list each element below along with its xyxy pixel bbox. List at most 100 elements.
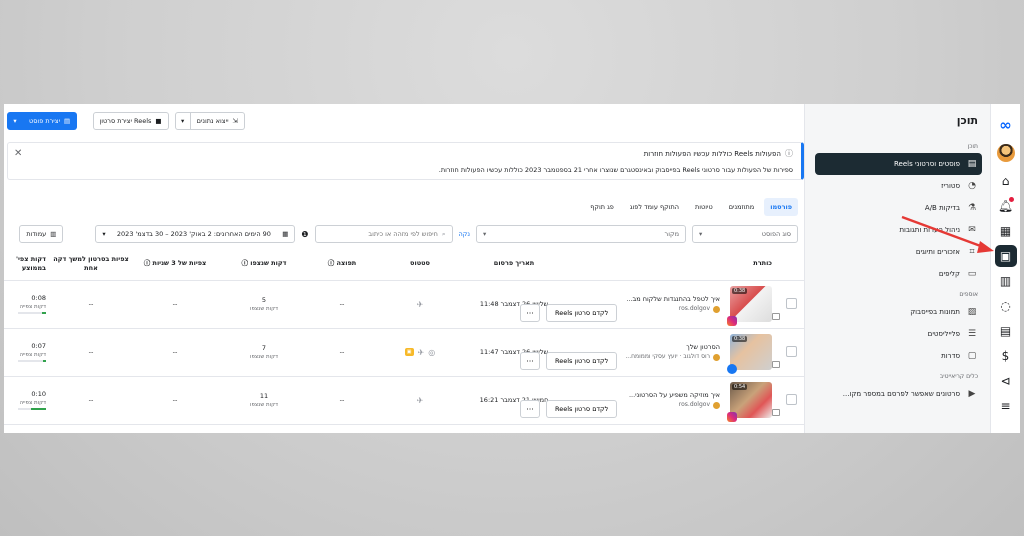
header-views-1m[interactable]: צפיות בסרטון למשך דקה אחת (50, 248, 132, 281)
chevron-down-icon: ▾ (699, 230, 703, 238)
sidebar-item-comments[interactable]: ✉ ניהול הערות ותגובות (815, 219, 982, 241)
boost-reel-button[interactable]: לקדם סרטון Reels (546, 352, 618, 370)
post-title[interactable]: איך לטפל בהתנגדות שלקוח מב... (626, 294, 720, 304)
content-icon[interactable]: ▣ (994, 245, 1017, 267)
sidebar-item-posts-reels[interactable]: ▤ פוסטים וסרטוני Reels (815, 153, 982, 175)
sidebar-item-mentions[interactable]: ⌗ אזכורים ותיוגים (815, 241, 982, 263)
row-checkbox[interactable] (785, 393, 797, 405)
post-thumbnail[interactable]: 0:38 (727, 286, 780, 326)
tab-expiring[interactable]: התוקף עומד לפוג (624, 198, 685, 216)
export-dropdown-button[interactable]: ▾ (174, 112, 191, 130)
facebook-icon (727, 364, 737, 374)
info-icon: ⓘ (241, 259, 249, 268)
post-title[interactable]: איך מוזיקה משפיע על הסרטוני... (629, 390, 720, 400)
boost-reel-button[interactable]: לקדם סרטון Reels (546, 304, 618, 322)
tab-expired[interactable]: פג תוקף (584, 198, 620, 216)
post-thumbnail[interactable]: 0:54 (727, 382, 780, 422)
sidebar-item-playlists[interactable]: ☰ פלייליסטים (815, 323, 982, 345)
sidebar-item-clips[interactable]: ▭ קליפים (815, 263, 982, 285)
date-range-picker[interactable]: ▦ 90 הימים האחרונים: 2 באוק' 2023 – 30 בד… (95, 225, 296, 243)
menu-icon[interactable]: ≡ (995, 395, 1017, 417)
post-thumbnail[interactable]: 0:38 (727, 334, 780, 374)
create-reel-button[interactable]: יצירת סרטון Reels ■ (92, 112, 169, 130)
sidebar-item-ab-tests[interactable]: ⚗ בדיקות A/B (815, 197, 982, 219)
video-grid-icon: ▤ (967, 159, 977, 169)
export-button[interactable]: ייצוא נתונים ⇲ (190, 112, 245, 130)
source-select[interactable]: מקור ▾ (476, 225, 686, 243)
preview-icon (772, 361, 780, 368)
tab-drafts[interactable]: טיוטות (689, 198, 719, 216)
create-post-dropdown-button[interactable]: ▾ (7, 112, 23, 130)
sidebar-section-assets: אוספים (959, 291, 978, 298)
more-options-button[interactable]: ··· (520, 352, 540, 370)
sidebar-item-photos[interactable]: ▨ תמונות בפייסבוק (815, 301, 982, 323)
megaphone-icon[interactable]: ⊲ (995, 370, 1017, 392)
post-tabs: פורסמו מתוזמנים טיוטות התוקף עומד לפוג פ… (4, 180, 804, 222)
table-row[interactable]: 0:38 איך לטפל בהתנגדות שלקוח מב... ros.do… (4, 280, 804, 329)
avatar[interactable] (996, 144, 1015, 162)
sidebar-item-series[interactable]: ▢ סדרות (815, 345, 982, 367)
icon-rail: ∞ ⌂ 🔔︎ ▦ ▣ ▥ ◌ ▤ $ ⊲ ≡ (990, 104, 1020, 433)
insights-icon[interactable]: ▥ (995, 270, 1017, 292)
meta-logo-icon[interactable]: ∞ (995, 114, 1017, 136)
columns-icon: ▥ (50, 230, 57, 238)
chat-icon[interactable]: ◌ (995, 295, 1017, 317)
header-reach[interactable]: תפוצה ⓘ (310, 248, 374, 281)
table-row[interactable]: 0:38 הסרטון שלך רוס דולגוב · יועץ עסקי ומ… (4, 328, 804, 377)
views1m-value: -- (50, 328, 132, 377)
header-views-3s[interactable]: צפיות של 3 שניות ⓘ (132, 248, 218, 281)
reach-value: -- (310, 328, 374, 377)
more-options-button[interactable]: ··· (520, 400, 540, 418)
instagram-icon (727, 412, 737, 422)
close-icon[interactable]: ✕ (14, 148, 22, 159)
columns-button[interactable]: ▥ עמודות (19, 225, 64, 243)
search-field[interactable]: ⌕ (314, 225, 453, 243)
row-actions-1: לקדם סרטון Reels ··· (520, 304, 618, 322)
info-icon[interactable]: ❶ (301, 230, 308, 239)
more-options-button[interactable]: ··· (520, 304, 540, 322)
table-icon[interactable]: ▦ (995, 220, 1017, 242)
post-account: רוס דולגוב · יועץ עסקי וממומח... (625, 353, 710, 361)
screenshot-frame: ∞ ⌂ 🔔︎ ▦ ▣ ▥ ◌ ▤ $ ⊲ ≡ תוכן תוכן ▤ פוסטים… (4, 104, 1020, 433)
header-date[interactable]: תאריך פרסום (466, 248, 562, 281)
filter-bar: סוג הפוסט▾ מקור▾ נקה ⌕ ❶ ▦90 הימים האחרו… (4, 222, 804, 246)
row-checkbox[interactable] (785, 297, 797, 309)
calendar-icon: ▦ (282, 230, 289, 238)
clear-filters-link[interactable]: נקה (459, 230, 470, 238)
id-card-icon[interactable]: ▤ (995, 320, 1017, 342)
post-title[interactable]: הסרטון שלך (625, 342, 720, 352)
sidebar-item-stories[interactable]: ◔ סטוריז (815, 175, 982, 197)
header-minutes[interactable]: דקות שנצפו ⓘ (218, 248, 310, 281)
tab-published[interactable]: פורסמו (764, 198, 798, 216)
sidebar-item-crosspost-videos[interactable]: ▶ סרטונים שאפשר לפרסם במספר מקו... (815, 383, 982, 405)
table-row[interactable]: 0:54 איך מוזיקה משפיע על הסרטוני... ros.d… (4, 376, 804, 425)
tab-scheduled[interactable]: מתוזמנים (723, 198, 761, 216)
boost-reel-button[interactable]: לקדם סרטון Reels (546, 400, 618, 418)
views3s-value: -- (132, 376, 218, 425)
views3s-value: -- (132, 328, 218, 377)
play-box-icon: ▶ (968, 389, 976, 399)
row-checkbox[interactable] (785, 345, 797, 357)
notifications-icon[interactable]: 🔔︎ (995, 195, 1017, 217)
chevron-down-icon: ▾ (180, 117, 185, 125)
search-input[interactable] (321, 230, 438, 238)
dollar-icon[interactable]: $ (995, 345, 1017, 367)
reach-value: -- (310, 376, 374, 425)
avg-progress-bar (18, 408, 46, 410)
header-avg[interactable]: דקות צפי' בממוצע (4, 248, 50, 281)
header-status[interactable]: סטטוס (374, 248, 466, 281)
post-icon: ▤ (64, 117, 71, 125)
create-post-button[interactable]: יצירת פוסט ▤ (23, 112, 78, 130)
mail-icon: ✉ (968, 225, 976, 235)
boosted-badge-icon: ▣ (404, 348, 414, 356)
avg-progress-bar (18, 360, 46, 362)
minutes-value: 7 (261, 344, 267, 352)
post-type-select[interactable]: סוג הפוסט ▾ (692, 225, 798, 243)
views1m-value: -- (50, 376, 132, 425)
chevron-down-icon: ▾ (483, 230, 487, 238)
home-icon[interactable]: ⌂ (995, 170, 1017, 192)
header-title[interactable]: כותרת (562, 248, 778, 281)
views3s-value: -- (132, 280, 218, 329)
series-icon: ▢ (967, 351, 977, 361)
banner-body: ספירות של הפעולות עבור סרטוני Reels בפיי… (438, 166, 793, 174)
